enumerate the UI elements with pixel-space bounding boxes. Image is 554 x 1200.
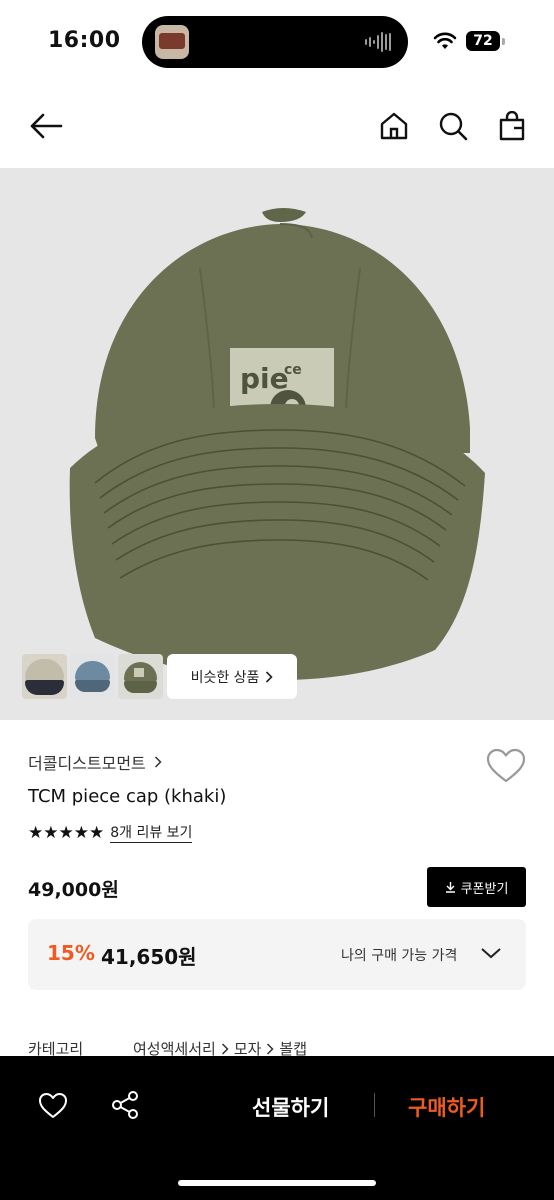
discount-percent: 15% bbox=[47, 941, 95, 965]
brand-name: 더콜디스트모먼트 bbox=[28, 754, 146, 773]
thumbnail-khaki-cap[interactable] bbox=[118, 654, 163, 699]
rating-row: ★★★★★ 8개 리뷰 보기 bbox=[28, 823, 193, 843]
thumbnail-denim-cap[interactable] bbox=[70, 654, 115, 699]
product-image[interactable]: pie ce S- bbox=[0, 168, 554, 720]
search-icon bbox=[439, 112, 468, 141]
action-divider bbox=[374, 1093, 375, 1117]
cap-illustration: pie ce S- bbox=[69, 208, 485, 680]
dynamic-island[interactable] bbox=[142, 16, 408, 68]
chevron-right-icon bbox=[266, 670, 274, 683]
coupon-label: 쿠폰받기 bbox=[460, 881, 509, 897]
my-price-label: 나의 구매 가능 가격 bbox=[341, 948, 458, 964]
home-button[interactable] bbox=[376, 108, 412, 144]
thumbnail-strip bbox=[22, 654, 163, 699]
search-button[interactable] bbox=[435, 108, 471, 144]
brand-link[interactable]: 더콜디스트모먼트 bbox=[28, 750, 162, 774]
audio-wave-icon bbox=[365, 32, 391, 52]
top-navigation bbox=[0, 96, 554, 158]
home-indicator[interactable] bbox=[178, 1180, 376, 1186]
similar-products-button[interactable]: 비슷한 상품 bbox=[167, 654, 297, 699]
svg-text:ce: ce bbox=[284, 362, 302, 378]
back-button[interactable] bbox=[28, 108, 64, 144]
now-playing-thumbnail bbox=[155, 25, 189, 59]
similar-products-label: 비슷한 상품 bbox=[190, 669, 260, 686]
download-icon bbox=[445, 882, 455, 893]
battery-indicator: 72 bbox=[466, 31, 505, 51]
discount-price-box[interactable]: 15% 41,650원 나의 구매 가능 가격 bbox=[28, 919, 526, 990]
bottom-action-bar: 선물하기 구매하기 bbox=[0, 1056, 554, 1200]
share-icon[interactable] bbox=[110, 1090, 140, 1120]
product-name: TCM piece cap (khaki) bbox=[28, 786, 227, 807]
chevron-right-icon bbox=[221, 1042, 229, 1055]
heart-icon[interactable] bbox=[38, 1092, 68, 1120]
reviews-link[interactable]: 8개 리뷰 보기 bbox=[110, 824, 193, 843]
rating-stars: ★★★★★ bbox=[28, 823, 105, 843]
cart-button[interactable] bbox=[494, 108, 530, 144]
chevron-down-icon bbox=[481, 948, 501, 959]
chevron-right-icon bbox=[154, 756, 162, 768]
home-icon bbox=[380, 112, 408, 140]
original-price: 49,000원 bbox=[28, 879, 119, 901]
gift-button[interactable]: 선물하기 bbox=[252, 1092, 329, 1122]
status-bar: 16:00 72 bbox=[0, 0, 554, 84]
arrow-left-icon bbox=[30, 113, 63, 139]
product-page: 16:00 72 pie ce 비슷한 상품 더콜디스트모먼트 TCM piec… bbox=[0, 0, 554, 1200]
wishlist-heart-icon[interactable] bbox=[486, 748, 526, 784]
shopping-bag-icon bbox=[499, 111, 525, 141]
status-time: 16:00 bbox=[48, 28, 121, 53]
buy-button[interactable]: 구매하기 bbox=[408, 1092, 485, 1122]
coupon-button[interactable]: 쿠폰받기 bbox=[427, 867, 526, 907]
chevron-right-icon bbox=[267, 1042, 274, 1055]
discount-price: 41,650원 bbox=[101, 945, 197, 969]
wifi-icon bbox=[433, 32, 457, 49]
thumbnail-beige-cap[interactable] bbox=[22, 654, 67, 699]
svg-text:pie: pie bbox=[240, 362, 289, 395]
